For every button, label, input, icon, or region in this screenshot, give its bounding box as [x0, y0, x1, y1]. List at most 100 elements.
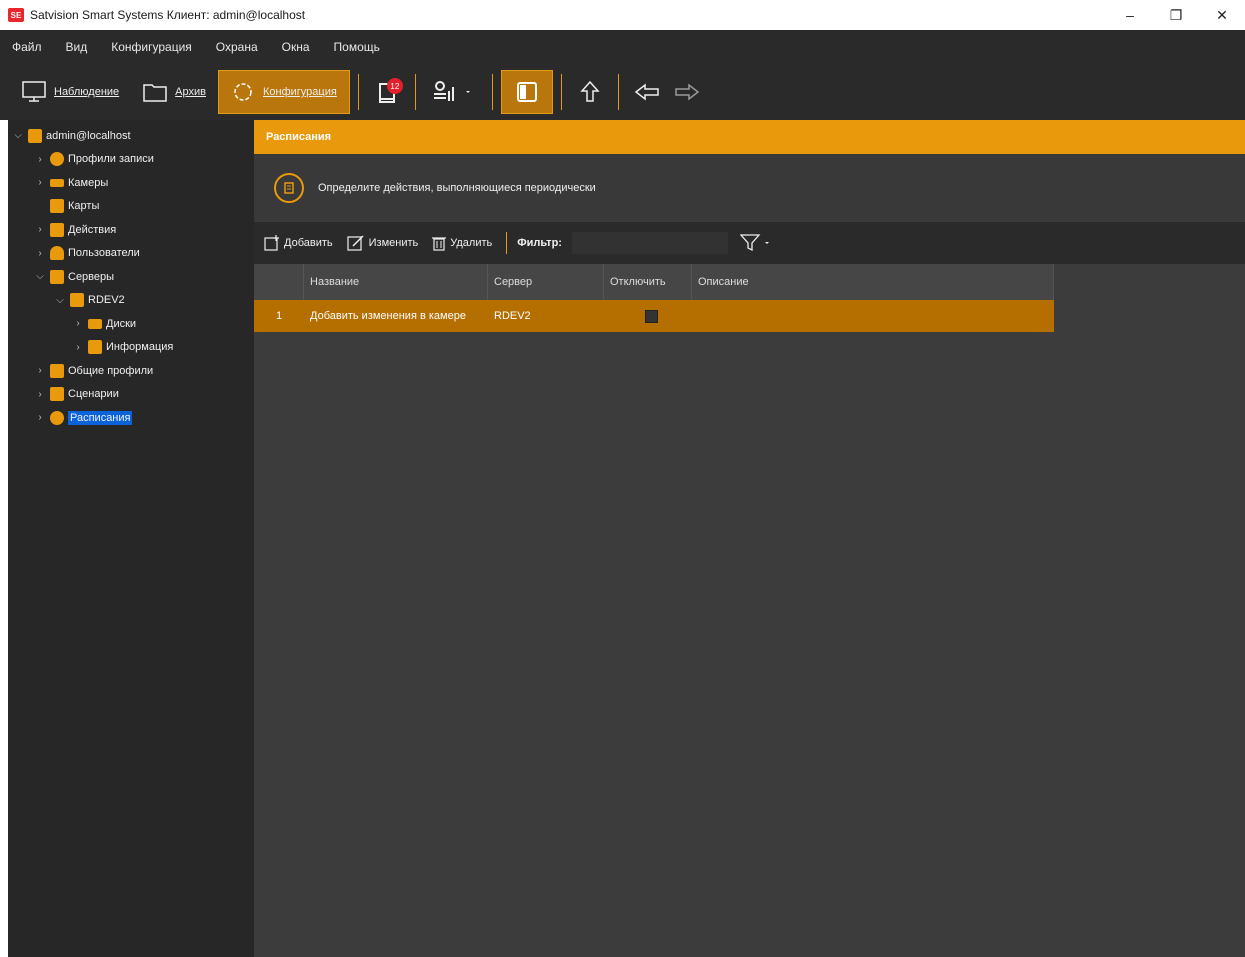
schedule-icon: [50, 410, 64, 425]
title-bar: SE Satvision Smart Systems Клиент: admin…: [0, 0, 1245, 30]
delete-label: Удалить: [450, 237, 493, 249]
chevron-right-icon[interactable]: ›: [34, 412, 46, 423]
tree-item-shared-profiles[interactable]: › Общие профили: [8, 359, 254, 383]
tree-item-servers[interactable]: ⌵ Серверы: [8, 265, 254, 289]
tree-item-users[interactable]: › Пользователи: [8, 242, 254, 266]
chevron-down-icon[interactable]: ⌵: [34, 271, 46, 282]
menu-windows[interactable]: Окна: [282, 40, 310, 54]
chevron-down-icon[interactable]: ⌵: [12, 130, 24, 141]
delete-button[interactable]: Удалить: [432, 235, 492, 251]
tree-item-label: Диски: [106, 317, 137, 330]
column-header-name[interactable]: Название: [304, 264, 488, 300]
tree-root[interactable]: ⌵ admin@localhost: [8, 124, 254, 148]
main-toolbar: Наблюдение Архив Конфигурация 12: [0, 64, 1245, 120]
action-icon: [50, 222, 64, 237]
tree-item-label: Пользователи: [68, 247, 140, 260]
tree-item-label: Серверы: [68, 270, 115, 283]
app-icon: SE: [8, 8, 24, 22]
configuration-label: Конфигурация: [263, 86, 337, 98]
tree-item-label: Общие профили: [68, 364, 154, 377]
toolbar-separator: [617, 74, 619, 110]
menu-security[interactable]: Охрана: [216, 40, 258, 54]
filter-input[interactable]: [571, 232, 728, 254]
scenario-icon: [50, 387, 64, 402]
restore-button[interactable]: ❐: [1153, 0, 1199, 30]
menu-configuration[interactable]: Конфигурация: [111, 40, 192, 54]
tree-item-maps[interactable]: Карты: [8, 195, 254, 219]
up-button[interactable]: [570, 70, 610, 114]
tree-item-label: Расписания: [68, 410, 133, 425]
tree-item-cameras[interactable]: › Камеры: [8, 171, 254, 195]
add-button[interactable]: Добавить: [264, 235, 333, 251]
chevron-right-icon[interactable]: ›: [72, 318, 84, 329]
back-button[interactable]: [627, 70, 667, 114]
monitoring-button[interactable]: Наблюдение: [10, 70, 131, 114]
toolbar-separator: [560, 74, 562, 110]
chevron-right-icon[interactable]: ›: [34, 177, 46, 188]
archive-button[interactable]: Архив: [131, 70, 218, 114]
action-bar: Добавить Изменить Удалить Фильтр:: [254, 222, 1245, 264]
tree-item-label: RDEV2: [88, 294, 125, 307]
menu-view[interactable]: Вид: [66, 40, 88, 54]
cell-server: RDEV2: [494, 310, 531, 322]
filter-icon: [739, 234, 769, 252]
events-button[interactable]: 12: [367, 70, 407, 114]
column-header-description[interactable]: Описание: [692, 264, 1054, 300]
forward-button[interactable]: [667, 70, 707, 114]
edit-label: Изменить: [368, 237, 419, 249]
table-row[interactable]: 1 Добавить изменения в камере RDEV2: [254, 300, 1054, 332]
server-icon: [50, 269, 64, 284]
chevron-down-icon[interactable]: ⌵: [54, 295, 66, 306]
arrow-up-icon: [580, 80, 600, 102]
window-title: Satvision Smart Systems Клиент: admin@lo…: [30, 8, 306, 22]
tree-item-information[interactable]: › Информация: [8, 336, 254, 360]
chevron-right-icon[interactable]: ›: [34, 365, 46, 376]
column-header-server[interactable]: Сервер: [488, 264, 604, 300]
tree-item-recording-profiles[interactable]: › Профили записи: [8, 148, 254, 172]
row-number-header: [254, 264, 304, 300]
menu-bar: Файл Вид Конфигурация Охрана Окна Помощь: [0, 30, 1245, 64]
server-icon: [70, 293, 84, 308]
tree-item-disks[interactable]: › Диски: [8, 312, 254, 336]
disk-icon: [88, 318, 102, 329]
configuration-button[interactable]: Конфигурация: [218, 70, 350, 114]
window-controls: – ❐ ✕: [1107, 0, 1245, 30]
tree-item-rdev2[interactable]: ⌵ RDEV2: [8, 289, 254, 313]
tree-item-scenarios[interactable]: › Сценарии: [8, 383, 254, 407]
tree-item-label: Информация: [106, 341, 174, 354]
tree-item-actions[interactable]: › Действия: [8, 218, 254, 242]
tree-item-schedules[interactable]: › Расписания: [8, 406, 254, 430]
menu-file[interactable]: Файл: [12, 40, 42, 54]
pane-description: Определите действия, выполняющиеся перио…: [254, 154, 1245, 222]
cell-name: Добавить изменения в камере: [310, 310, 466, 322]
chevron-right-icon[interactable]: ›: [34, 389, 46, 400]
arrow-right-icon: [675, 83, 700, 101]
pencil-icon: [347, 235, 364, 251]
filter-dropdown[interactable]: [739, 234, 774, 252]
content-pane: Расписания Определите действия, выполняю…: [254, 120, 1245, 957]
panel-toggle-button[interactable]: [500, 70, 553, 114]
chevron-right-icon[interactable]: ›: [34, 154, 46, 165]
table-header: Название Сервер Отключить Описание: [254, 264, 1054, 300]
arrow-left-icon: [634, 83, 659, 101]
minimize-button[interactable]: –: [1107, 0, 1153, 30]
tree-root-label: admin@localhost: [46, 129, 131, 142]
chevron-right-icon[interactable]: ›: [72, 342, 84, 353]
close-button[interactable]: ✕: [1199, 0, 1245, 30]
toolbar-separator: [357, 74, 359, 110]
statistics-dropdown[interactable]: [424, 70, 484, 114]
description-text: Определите действия, выполняющиеся перио…: [318, 182, 596, 194]
disable-checkbox[interactable]: [644, 309, 658, 323]
gear-icon: [234, 83, 252, 101]
row-number: 1: [276, 310, 283, 322]
add-label: Добавить: [284, 237, 333, 249]
column-header-disable[interactable]: Отключить: [604, 264, 692, 300]
menu-help[interactable]: Помощь: [334, 40, 380, 54]
chevron-right-icon[interactable]: ›: [34, 248, 46, 259]
tree-item-label: Сценарии: [68, 388, 119, 401]
stats-icon: [433, 81, 470, 101]
chevron-right-icon[interactable]: ›: [34, 224, 46, 235]
record-icon: [50, 152, 64, 167]
edit-button[interactable]: Изменить: [347, 235, 419, 251]
monitoring-label: Наблюдение: [54, 86, 120, 98]
